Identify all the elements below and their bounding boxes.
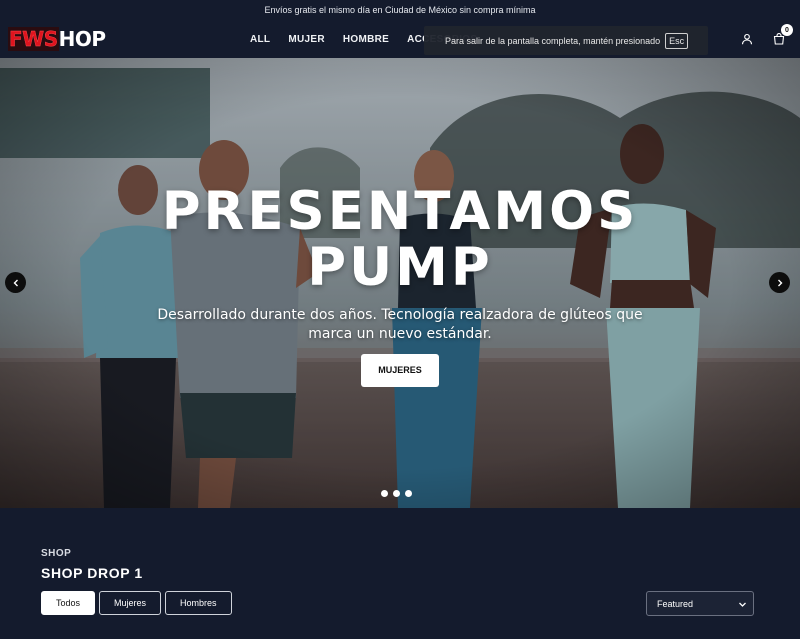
- nav-item-mujer[interactable]: MUJER: [288, 34, 325, 45]
- hero-subtitle: Desarrollado durante dos años. Tecnologí…: [157, 307, 643, 342]
- shop-title: SHOP DROP 1: [41, 565, 143, 581]
- fullscreen-notice-text: Para salir de la pantalla completa, mant…: [445, 35, 661, 46]
- shop-eyebrow: SHOP: [41, 548, 72, 559]
- filter-tabs: Todos Mujeres Hombres: [41, 591, 232, 615]
- chevron-down-icon: [739, 602, 746, 607]
- hero-title: PRESENTAMOS PUMP: [0, 184, 800, 296]
- nav-item-hombre[interactable]: HOMBRE: [343, 34, 389, 45]
- brand-logo[interactable]: FWS HOP: [8, 27, 106, 51]
- nav-item-all[interactable]: ALL: [250, 34, 270, 45]
- hero-content: PRESENTAMOS PUMP Desarrollado durante do…: [0, 184, 800, 387]
- brand-logo-part2: HOP: [58, 27, 106, 51]
- fullscreen-notice: Para salir de la pantalla completa, mant…: [424, 26, 708, 55]
- hero-title-line1: PRESENTAMOS: [161, 181, 639, 242]
- announcement-bar: Envíos gratis el mismo día en Ciudad de …: [0, 0, 800, 20]
- slide-dot-1[interactable]: [381, 490, 388, 497]
- sort-selected-value: Featured: [657, 598, 694, 609]
- slide-dot-3[interactable]: [405, 490, 412, 497]
- hero-title-line2: PUMP: [307, 237, 493, 298]
- arrow-right-icon: [777, 279, 782, 286]
- filter-hombres[interactable]: Hombres: [165, 591, 232, 615]
- account-icon[interactable]: [740, 32, 754, 46]
- arrow-left-icon: [13, 279, 18, 286]
- shop-section: SHOP SHOP DROP 1 Todos Mujeres Hombres F…: [0, 508, 800, 639]
- hero-cta-button[interactable]: MUJERES: [361, 354, 439, 387]
- esc-key-hint: Esc: [665, 32, 689, 49]
- hero-slideshow: PRESENTAMOS PUMP Desarrollado durante do…: [0, 58, 800, 508]
- filter-mujeres[interactable]: Mujeres: [99, 591, 162, 615]
- cart-icon[interactable]: 0: [772, 24, 793, 46]
- brand-logo-part1: FWS: [8, 27, 59, 51]
- slide-next-button[interactable]: [769, 272, 790, 293]
- cart-count-badge: 0: [781, 24, 793, 36]
- slide-dot-2[interactable]: [393, 490, 400, 497]
- filter-todos[interactable]: Todos: [41, 591, 96, 615]
- slide-dots: [381, 490, 412, 497]
- header-icons: 0: [740, 20, 793, 58]
- sort-select[interactable]: Featured: [646, 591, 754, 616]
- slide-prev-button[interactable]: [5, 272, 26, 293]
- announcement-text: Envíos gratis el mismo día en Ciudad de …: [264, 5, 536, 15]
